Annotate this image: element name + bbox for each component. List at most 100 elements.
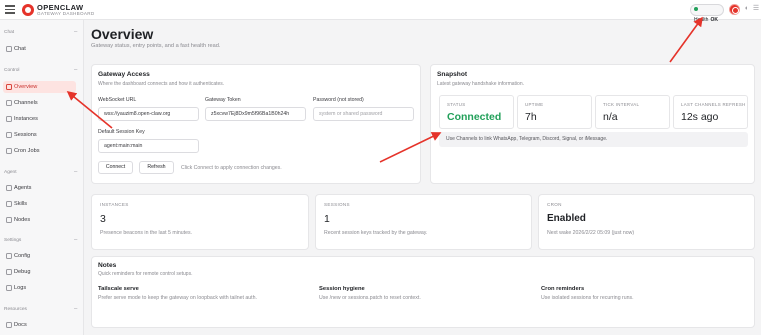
stat-label: STATUS (447, 102, 466, 107)
instances-value: 3 (100, 213, 106, 225)
last-channels-refresh-stat: LAST CHANNELS REFRESH 12s ago (673, 95, 748, 129)
websocket-url-label: WebSocket URL (98, 97, 137, 103)
cron-description: Next wake 2026/2/22 05:09 (just now) (547, 230, 635, 236)
stat-label: SESSIONS (324, 202, 350, 207)
cron-value: Enabled (547, 213, 586, 224)
overview-icon (6, 84, 12, 90)
note-title: Session hygiene (319, 286, 365, 292)
sessions-card: SESSIONS 1 Recent session keys tracked b… (315, 194, 532, 250)
chevron-down-icon[interactable]: – (74, 306, 77, 312)
sidebar-item-label: Sessions (14, 132, 37, 138)
websocket-url-input[interactable]: wss://yauzim8.open-claw.org (98, 107, 199, 121)
sidebar-section-settings: Settings (4, 238, 22, 243)
bug-icon (6, 269, 12, 275)
stat-label: INSTANCES (100, 202, 129, 207)
chevron-down-icon[interactable]: – (74, 29, 77, 35)
sidebar-item-skills[interactable]: Skills (3, 198, 76, 210)
card-title: Snapshot (437, 71, 468, 78)
instances-description: Presence beacons in the last 5 minutes. (100, 230, 192, 236)
sessions-description: Recent session keys tracked by the gatew… (324, 230, 428, 236)
chevron-down-icon[interactable]: – (74, 169, 77, 175)
page-subtitle: Gateway status, entry points, and a fast… (91, 43, 221, 49)
sidebar-item-cron-jobs[interactable]: Cron Jobs (3, 145, 76, 157)
card-subtitle: Latest gateway handshake information. (437, 81, 524, 87)
uptime-value: 7h (525, 111, 537, 123)
document-icon (6, 132, 12, 138)
note-title: Cron reminders (541, 286, 585, 292)
sidebar-item-label: Logs (14, 285, 27, 291)
stat-label: LAST CHANNELS REFRESH (681, 102, 746, 107)
stat-label: CRON (547, 202, 562, 207)
health-indicator[interactable]: Health OK (690, 4, 724, 23)
last-refresh-value: 12s ago (681, 111, 719, 123)
chat-icon (6, 46, 12, 52)
sidebar: Chat – Chat Control – Overview Channels … (0, 20, 84, 335)
channels-info-callout: Use Channels to link WhatsApp, Telegram,… (439, 132, 748, 147)
sidebar-item-label: Nodes (14, 217, 31, 223)
theme-icon[interactable]: ◐ (743, 5, 751, 13)
status-stat: STATUS Connected (439, 95, 514, 129)
note-text: Prefer serve mode to keep the gateway on… (98, 295, 257, 301)
sidebar-item-nodes[interactable]: Nodes (3, 214, 76, 226)
snapshot-card: Snapshot Latest gateway handshake inform… (430, 64, 755, 184)
gateway-token-input[interactable]: z5xcvw7Ej8Dx9m5f96Ba1B0h24h (205, 107, 306, 121)
status-value: Connected (447, 111, 502, 123)
connect-button[interactable]: Connect (98, 161, 133, 174)
gateway-access-card: Gateway Access Where the dashboard conne… (91, 64, 421, 184)
note-text: Use /new or sessions.patch to reset cont… (319, 295, 421, 301)
sidebar-item-docs[interactable]: Docs (3, 319, 76, 331)
uptime-stat: UPTIME 7h (517, 95, 592, 129)
page-title: Overview (91, 26, 154, 42)
gear-icon (6, 253, 12, 259)
gateway-token-label: Gateway Token (205, 97, 241, 103)
sidebar-item-channels[interactable]: Channels (3, 97, 76, 109)
password-input[interactable]: system or shared password (313, 107, 414, 121)
card-subtitle: Quick reminders for remote control setup… (98, 271, 193, 277)
stat-label: UPTIME (525, 102, 544, 107)
monitor-icon (6, 217, 12, 223)
cron-card: CRON Enabled Next wake 2026/2/22 05:09 (… (538, 194, 755, 250)
sidebar-item-config[interactable]: Config (3, 250, 76, 262)
chevron-down-icon[interactable]: – (74, 237, 77, 243)
radio-icon (6, 116, 12, 122)
sidebar-item-label: Instances (14, 116, 38, 122)
link-icon (6, 100, 12, 106)
note-title: Tailscale serve (98, 286, 139, 292)
sidebar-item-debug[interactable]: Debug (3, 266, 76, 278)
book-icon (6, 322, 12, 328)
password-label: Password (not stored) (313, 97, 364, 103)
sidebar-item-chat[interactable]: Chat (3, 43, 76, 55)
session-key-label: Default Session Key (98, 129, 145, 135)
notes-card: Notes Quick reminders for remote control… (91, 256, 755, 328)
sidebar-item-label: Chat (14, 46, 26, 52)
card-title: Gateway Access (98, 71, 150, 78)
session-key-input[interactable]: agent:main:main (98, 139, 199, 153)
sidebar-item-overview[interactable]: Overview (3, 81, 76, 93)
sidebar-item-label: Debug (14, 269, 31, 275)
sidebar-section-control: Control (4, 68, 20, 73)
openclaw-logo-icon (22, 4, 34, 16)
stat-label: TICK INTERVAL (603, 102, 640, 107)
menu-icon[interactable] (5, 5, 15, 14)
sidebar-section-resources: Resources (4, 307, 27, 312)
sidebar-item-agents[interactable]: Agents (3, 182, 76, 194)
connect-hint: Click Connect to apply connection change… (181, 165, 282, 171)
more-icon[interactable]: ☰ (752, 5, 760, 13)
tick-interval-stat: TICK INTERVAL n/a (595, 95, 670, 129)
refresh-button[interactable]: Refresh (139, 161, 174, 174)
sidebar-item-label: Overview (14, 84, 38, 90)
chevron-down-icon[interactable]: – (74, 67, 77, 73)
sidebar-item-sessions[interactable]: Sessions (3, 129, 76, 141)
card-title: Notes (98, 262, 117, 269)
bolt-icon (6, 201, 12, 207)
top-bar: OPENCLAW GATEWAY DASHBOARD Health OK ◐ ☰ (0, 0, 761, 23)
sidebar-item-label: Docs (14, 322, 27, 328)
folder-icon (6, 185, 12, 191)
note-text: Use isolated sessions for recurring runs… (541, 295, 634, 301)
instances-card: INSTANCES 3 Presence beacons in the last… (91, 194, 309, 250)
sidebar-item-instances[interactable]: Instances (3, 113, 76, 125)
sidebar-item-label: Agents (14, 185, 32, 191)
sidebar-item-logs[interactable]: Logs (3, 282, 76, 294)
avatar[interactable] (729, 4, 740, 15)
brand-subtitle: GATEWAY DASHBOARD (37, 11, 95, 16)
